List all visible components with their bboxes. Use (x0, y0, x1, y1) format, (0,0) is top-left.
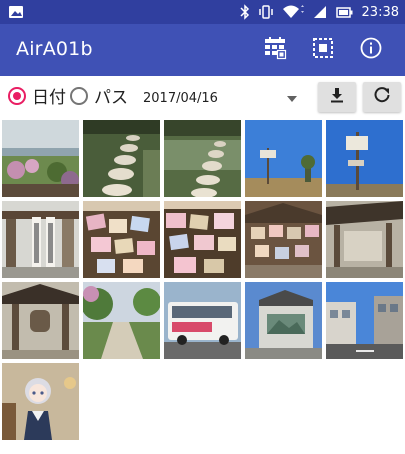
photo-thumbnail-14[interactable] (245, 282, 322, 359)
photo-thumbnail-5[interactable] (326, 120, 403, 197)
status-bar: 23:38 (0, 0, 405, 24)
cell-signal-icon (312, 4, 328, 20)
photo-image-11 (2, 282, 79, 359)
photo-image-5 (326, 120, 403, 197)
refresh-button[interactable] (363, 82, 401, 112)
photo-thumbnail-12[interactable] (83, 282, 160, 359)
photo-thumbnail-9[interactable] (245, 201, 322, 278)
battery-icon (335, 4, 354, 20)
photo-image-15 (326, 282, 403, 359)
photo-grid (0, 120, 405, 440)
photo-thumbnail-6[interactable] (2, 201, 79, 278)
radio-date-label: 日付 (32, 88, 66, 108)
photo-thumbnail-1[interactable] (2, 120, 79, 197)
vibrate-icon (258, 4, 274, 20)
info-icon (359, 36, 383, 64)
radio-path-label: パス (94, 88, 128, 108)
wifi-icon (282, 4, 304, 20)
radio-path[interactable]: パス (70, 83, 128, 108)
select-area-icon (311, 36, 335, 64)
image-notification-icon (8, 4, 24, 20)
photo-thumbnail-3[interactable] (164, 120, 241, 197)
photo-image-16 (2, 363, 79, 440)
radio-path-circle (70, 86, 88, 105)
radio-date-circle (8, 86, 26, 105)
photo-image-6 (2, 201, 79, 278)
photo-image-2 (83, 120, 160, 197)
date-dropdown-value: 2017/04/16 (143, 91, 218, 106)
photo-image-1 (2, 120, 79, 197)
photo-image-14 (245, 282, 322, 359)
status-icons: 23:38 (240, 0, 399, 24)
calendar-grid-button[interactable] (251, 26, 299, 74)
select-area-button[interactable] (299, 26, 347, 74)
photo-thumbnail-7[interactable] (83, 201, 160, 278)
photo-image-4 (245, 120, 322, 197)
radio-date[interactable]: 日付 (8, 83, 66, 108)
photo-image-12 (83, 282, 160, 359)
photo-image-3 (164, 120, 241, 197)
filter-controls: 日付 パス 2017/04/16 (0, 76, 405, 120)
refresh-icon (373, 86, 391, 108)
photo-thumbnail-8[interactable] (164, 201, 241, 278)
download-icon (328, 86, 346, 108)
photo-image-10 (326, 201, 403, 278)
photo-thumbnail-16[interactable] (2, 363, 79, 440)
app-actions (251, 24, 395, 76)
photo-thumbnail-4[interactable] (245, 120, 322, 197)
photo-thumbnail-15[interactable] (326, 282, 403, 359)
photo-thumbnail-11[interactable] (2, 282, 79, 359)
photo-image-9 (245, 201, 322, 278)
calendar-grid-icon (263, 36, 287, 64)
clock: 23:38 (361, 4, 399, 20)
app-bar: AirA01b (0, 24, 405, 76)
photo-image-8 (164, 201, 241, 278)
bluetooth-icon (240, 4, 250, 20)
photo-thumbnail-10[interactable] (326, 201, 403, 278)
photo-image-13 (164, 282, 241, 359)
photo-thumbnail-13[interactable] (164, 282, 241, 359)
download-button[interactable] (318, 82, 356, 112)
date-dropdown[interactable]: 2017/04/16 (143, 84, 303, 112)
app-title: AirA01b (16, 38, 93, 60)
chevron-down-icon (287, 96, 297, 102)
photo-thumbnail-2[interactable] (83, 120, 160, 197)
photo-image-7 (83, 201, 160, 278)
info-button[interactable] (347, 26, 395, 74)
